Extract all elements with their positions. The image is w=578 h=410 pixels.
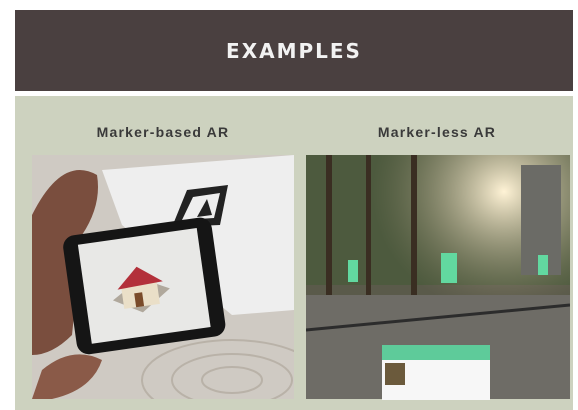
marker-based-caption: Marker-based AR — [96, 124, 230, 140]
title-bar: EXAMPLES — [15, 10, 573, 91]
ar-info-card — [382, 345, 490, 400]
ar-info-card-header — [382, 345, 490, 360]
marker-less-caption: Marker-less AR — [377, 124, 497, 140]
ar-info-card-thumbnail — [385, 363, 405, 385]
marker-based-ar-image — [32, 155, 294, 399]
slide-title: EXAMPLES — [226, 38, 362, 63]
